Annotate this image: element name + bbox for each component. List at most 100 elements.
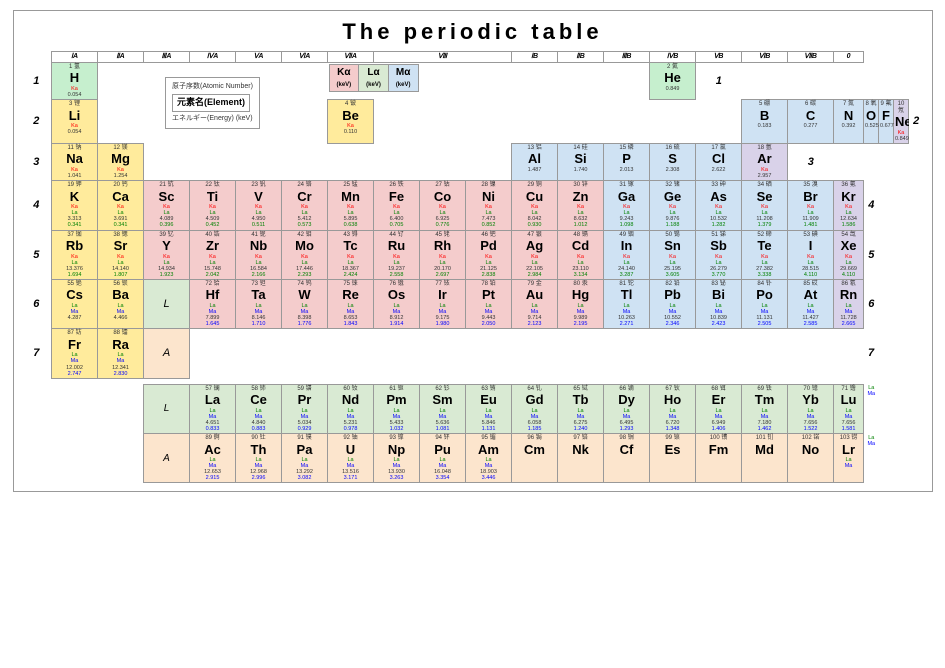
element-Pm: 61 钷 Pm La Ma 5.433 1.032 — [374, 384, 420, 433]
group-iia: ⅡA — [98, 52, 144, 63]
element-Fe: 26 铁 Fe Ka La 6.400 0.705 — [374, 181, 420, 230]
group-vib: ⅥB — [742, 52, 788, 63]
group-viib: ⅦB — [788, 52, 834, 63]
element-Eu: 63 铕 Eu La Ma 5.846 1.131 — [466, 384, 512, 433]
element-Nd: 60 钕 Nd La Ma 5.231 0.978 — [328, 384, 374, 433]
element-Fm: 100 镄 Fm — [696, 434, 742, 483]
element-Sm: 62 钐 Sm La Ma 5.636 1.081 — [420, 384, 466, 433]
actini-placeholder-7: A — [144, 329, 190, 378]
element-Lu: 71 镥 Lu La Ma 7.656 1.581 — [834, 384, 864, 433]
element-Na: 11 钠 Na Ka 1.041 — [52, 143, 98, 180]
period-1-label: 1 — [22, 62, 52, 99]
group-ivb: ⅣB — [650, 52, 696, 63]
period-4-row: 4 19 钾 K Ka La 3.313 0.341 20 钙 Ca Ka La… — [22, 181, 924, 230]
element-Bi: 83 铋 Bi La Ma 10.839 2.423 — [696, 279, 742, 328]
period-5-label: 5 — [22, 230, 52, 279]
element-Cf: 98 锎 Cf — [604, 434, 650, 483]
element-At: 85 砹 At La Ma 11.427 2.585 — [788, 279, 834, 328]
element-Ag: 47 银 Ag Ka La 22.105 2.984 — [512, 230, 558, 279]
period-5-row: 5 37 铷 Rb Ka La 13.376 1.694 38 锶 Sr Ka … — [22, 230, 924, 279]
element-Tm: 69 铥 Tm La Ma 7.180 1.462 — [742, 384, 788, 433]
period-5-label-r: 5 — [864, 230, 879, 279]
empty-cell — [22, 52, 52, 63]
period-7-label-r: 7 — [864, 329, 879, 378]
empty-cell-r — [864, 52, 879, 63]
element-He: 2 氦 He 0.849 — [650, 62, 696, 99]
element-Ir: 77 铱 Ir La Ma 9.175 1.980 — [420, 279, 466, 328]
period-1-row: 1 1 氢 H Ka 0.054 原子序数(Atomic Number) 元素名… — [22, 62, 924, 99]
element-No: 102 锘 No — [788, 434, 834, 483]
lanthanide-row: L 57 镧 La La Ma 4.651 0.833 58 铈 Ce La M… — [22, 384, 924, 433]
element-Pr: 59 镨 Pr La Ma 5.034 0.929 — [282, 384, 328, 433]
element-I: 53 碘 I Ka La 28.515 4.110 — [788, 230, 834, 279]
element-Pa: 91 镤 Pa La Ma 13.292 3.082 — [282, 434, 328, 483]
element-O: 8 氧 O 0.525 — [864, 99, 879, 143]
element-Cl: 17 氯 Cl 2.622 — [696, 143, 742, 180]
element-Ti: 22 钛 Ti Ka La 4.509 0.452 — [190, 181, 236, 230]
element-Am: 95 镅 Am La Ma 18.903 3.446 — [466, 434, 512, 483]
element-K: 19 钾 K Ka La 3.313 0.341 — [52, 181, 98, 230]
period-6-row: 6 55 铯 Cs La Ma 4.287 56 钡 Ba La Ma 4.46… — [22, 279, 924, 328]
period-1-label-r: 1 — [696, 62, 742, 99]
element-Au: 79 金 Au La Ma 9.714 2.123 — [512, 279, 558, 328]
element-Ge: 32 锗 Ge Ka La 9.876 1.188 — [650, 181, 696, 230]
element-Er: 68 铒 Er La Ma 6.949 1.406 — [696, 384, 742, 433]
element-Ac: 89 锕 Ac La Ma 12.653 2.915 — [190, 434, 236, 483]
legend-ka-area: Kα(keV) Lα(keV) Mα(keV) — [328, 62, 420, 99]
lantha-empty-left — [52, 384, 144, 433]
element-Os: 76 锇 Os La Ma 8.912 1.914 — [374, 279, 420, 328]
element-As: 33 砷 As Ka La 10.532 1.282 — [696, 181, 742, 230]
element-Mo: 42 钼 Mo Ka La 17.446 2.293 — [282, 230, 328, 279]
element-V: 23 钒 V Ka La 4.950 0.511 — [236, 181, 282, 230]
group-iib: ⅡB — [558, 52, 604, 63]
group-iiib: ⅢB — [604, 52, 650, 63]
element-Cu: 29 铜 Cu Ka La 8.042 0.930 — [512, 181, 558, 230]
actini-period-label — [22, 434, 52, 483]
element-Cr: 24 铬 Cr Ka La 5.412 0.573 — [282, 181, 328, 230]
element-Cm: 96 锔 Cm — [512, 434, 558, 483]
element-Sc: 21 钪 Sc Ka La 4.089 0.396 — [144, 181, 190, 230]
element-Ta: 73 钽 Ta La Ma 8.146 1.710 — [236, 279, 282, 328]
element-Yb: 70 镱 Yb La Ma 7.656 1.522 — [788, 384, 834, 433]
period-3-label-r: 3 — [788, 143, 834, 180]
empty-p7-rest — [190, 329, 864, 378]
legend-element-name: 元素名(Element) — [172, 94, 250, 112]
element-Ru: 44 钌 Ru Ka La 19.237 2.558 — [374, 230, 420, 279]
element-Pt: 78 铂 Pt La Ma 9.443 2.050 — [466, 279, 512, 328]
element-Ra: 88 镭 Ra La Ma 12.341 2.830 — [98, 329, 144, 378]
element-Zn: 30 锌 Zn Ka La 8.632 1.012 — [558, 181, 604, 230]
period-7-row: 7 87 钫 Fr La Ma 12.002 2.747 88 镭 Ra La … — [22, 329, 924, 378]
element-Pb: 82 铅 Pb La Ma 10.552 2.346 — [650, 279, 696, 328]
empty-p3-mid — [144, 143, 512, 180]
element-Tl: 81 铊 Tl La Ma 10.263 2.271 — [604, 279, 650, 328]
element-Al: 13 铝 Al 1.487 — [512, 143, 558, 180]
period-4-label: 4 — [22, 181, 52, 230]
group-iva: ⅣA — [190, 52, 236, 63]
element-Nb: 41 铌 Nb Ka La 16.584 2.166 — [236, 230, 282, 279]
element-N: 7 氮 N 0.392 — [834, 99, 864, 143]
element-F: 9 氟 F 0.677 — [879, 99, 894, 143]
group-0: 0 — [834, 52, 864, 63]
period-6-label: 6 — [22, 279, 52, 328]
group-ib: ⅠB — [512, 52, 558, 63]
period-7-label: 7 — [22, 329, 52, 378]
group-via: ⅥA — [282, 52, 328, 63]
legend-energy: エネルギー(Energy) (keV) — [172, 114, 253, 125]
element-H: 1 氢 H Ka 0.054 — [52, 62, 98, 99]
element-C: 6 碳 C 0.277 — [788, 99, 834, 143]
element-Pu: 94 钚 Pu La Ma 16.048 3.354 — [420, 434, 466, 483]
page-container: The periodic table — [13, 10, 933, 492]
element-Se: 34 硒 Se Ka La 11.208 1.379 — [742, 181, 788, 230]
element-Ca: 20 钙 Ca Ka La 3.691 0.341 — [98, 181, 144, 230]
element-Mn: 25 锰 Mn Ka La 5.895 0.638 — [328, 181, 374, 230]
element-Hg: 80 汞 Hg La Ma 9.989 2.195 — [558, 279, 604, 328]
element-Cs: 55 铯 Cs La Ma 4.287 — [52, 279, 98, 328]
element-Sr: 38 锶 Sr Ka La 14.140 1.807 — [98, 230, 144, 279]
element-Y: 39 钇 Y Ka La 14.934 1.923 — [144, 230, 190, 279]
period-3-row: 3 11 钠 Na Ka 1.041 12 镁 Mg Ka 1.254 13 铝… — [22, 143, 924, 180]
element-Cd: 48 镉 Cd Ka La 23.110 3.134 — [558, 230, 604, 279]
actini-label: A — [144, 434, 190, 483]
element-U: 92 铀 U La Ma 13.516 3.171 — [328, 434, 374, 483]
element-Md: 101 钔 Md — [742, 434, 788, 483]
element-In: 49 铟 In Ka La 24.140 3.287 — [604, 230, 650, 279]
